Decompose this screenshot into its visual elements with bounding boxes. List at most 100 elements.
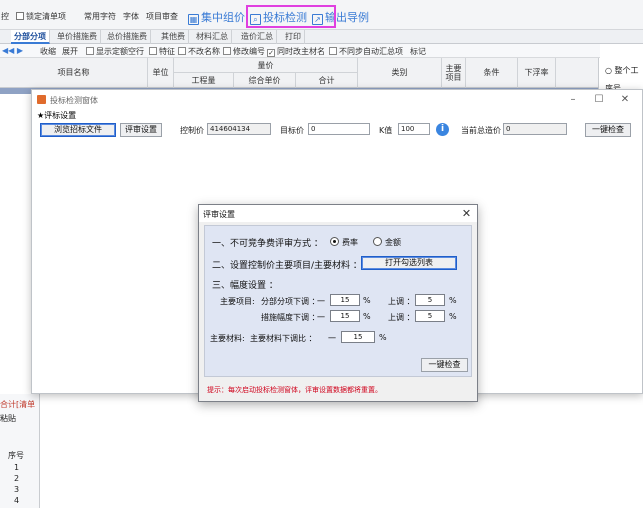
control-price-label: 控制价 — [180, 126, 204, 135]
measure-up-input[interactable]: 5 — [415, 310, 445, 322]
change-main-material-checkbox[interactable]: ✓ 同时改主材名 — [267, 46, 325, 57]
minus-sign: 一 — [317, 297, 325, 306]
project-review-button[interactable]: 项目审查 — [146, 11, 178, 22]
lock-list-checkbox[interactable]: 锁定清单项 — [16, 11, 66, 22]
material-down-input[interactable]: 15 — [341, 331, 375, 343]
k-value-field[interactable]: 100 — [398, 123, 430, 135]
measure-down-input[interactable]: 15 — [330, 310, 360, 322]
radio-rate[interactable] — [330, 237, 339, 246]
tab-print[interactable]: 打印 — [282, 30, 305, 44]
collapse-button[interactable]: 收缩 — [40, 46, 56, 57]
minus-sign: 一 — [317, 313, 325, 322]
browse-bid-file-button[interactable]: 浏览招标文件 — [40, 123, 116, 137]
no-sync-summary-checkbox[interactable]: 不同步自动汇总项 — [329, 46, 403, 57]
app-icon — [37, 95, 46, 104]
table-row[interactable]: 1 — [14, 463, 19, 472]
group-price-button[interactable]: ▦ 集中组价 — [188, 9, 245, 25]
current-total-label: 当前总造价 — [461, 126, 501, 135]
expand-button[interactable]: 展开 — [62, 46, 78, 57]
checkbox-checked-icon[interactable]: ✓ — [267, 49, 275, 57]
radio-rate-label: 费率 — [342, 238, 358, 247]
col-unit[interactable]: 单位 — [148, 58, 174, 88]
section-noncompetitive: 一、不可竞争费评审方式 ： — [212, 239, 323, 249]
dialog-one-click-check-button[interactable]: 一键检查 — [421, 358, 468, 372]
tab-unit-measure[interactable]: 单价措施费 — [54, 30, 101, 44]
control-price-field[interactable]: 414604134 — [207, 123, 271, 135]
no-rename-checkbox[interactable]: 不改名称 — [178, 46, 220, 57]
table-row[interactable]: 2 — [14, 474, 19, 483]
font-button[interactable]: 字体 — [123, 11, 139, 22]
common-chars-button[interactable]: 常用字符 — [84, 11, 116, 22]
percent-sign: % — [449, 312, 457, 321]
tab-bar: 分部分项 单价措施费 总价措施费 其他费 材料汇总 造价汇总 打印 — [0, 30, 643, 44]
k-value-label: K值 — [379, 126, 393, 135]
grid-header: 项目名称 单位 量价 工程量 综合单价 合计 类别 主要项目 条件 下浮率 — [0, 58, 598, 88]
whole-radio[interactable]: ○ 整个工 — [605, 65, 639, 76]
review-settings-dialog: 评审设置 ✕ 一、不可竞争费评审方式 ： 费率 金额 二、设置控制价主要项目/主… — [198, 204, 478, 402]
show-seq-row-checkbox[interactable]: 显示定额空行 — [86, 46, 144, 57]
dialog-body: 一、不可竞争费评审方式 ： 费率 金额 二、设置控制价主要项目/主要材料 ： 打… — [204, 225, 472, 377]
tab-material-summary[interactable]: 材料汇总 — [193, 30, 232, 44]
toolbar-control[interactable]: 控 — [1, 11, 9, 22]
measure-down-label: 措施幅度下调 ： — [261, 313, 320, 322]
seq-header: 序号 — [8, 451, 24, 460]
col-category[interactable]: 类别 — [358, 58, 442, 88]
highlight-box — [246, 5, 336, 28]
measure-up-label: 上调 ： — [388, 313, 415, 322]
percent-sign: % — [379, 333, 387, 342]
tab-other-fee[interactable]: 其他费 — [158, 30, 189, 44]
reset-tip: 提示：每次启动投标检测窗体，评审设置数据都将重置。 — [207, 386, 382, 394]
section-range: 三、幅度设置 ： — [212, 281, 278, 291]
dialog-titlebar[interactable]: 评审设置 ✕ — [199, 205, 477, 222]
change-code-checkbox[interactable]: 修改编号 — [223, 46, 265, 57]
checkbox-icon[interactable] — [223, 47, 231, 55]
fenbu-up-label: 上调 ： — [388, 297, 415, 306]
current-total-field[interactable]: 0 — [503, 123, 567, 135]
options-bar: ◀◀ ▶ 收缩 展开 显示定额空行 特征 不改名称 修改编号 ✓ 同时改主材名 不… — [0, 44, 600, 58]
target-price-label: 目标价 — [280, 126, 304, 135]
col-quantity[interactable]: 工程量 — [174, 73, 234, 88]
percent-sign: % — [363, 296, 371, 305]
checkbox-icon[interactable] — [178, 47, 186, 55]
mark-button[interactable]: 标记 — [410, 46, 426, 57]
close-icon[interactable]: ✕ — [618, 93, 632, 107]
features-checkbox[interactable]: 特征 — [149, 46, 175, 57]
minimize-icon[interactable]: – — [566, 93, 580, 107]
col-name[interactable]: 项目名称 — [0, 58, 148, 88]
radio-amount-label: 金额 — [385, 238, 401, 247]
info-icon[interactable]: i — [436, 123, 449, 136]
target-price-field[interactable]: 0 — [308, 123, 370, 135]
percent-sign: % — [449, 296, 457, 305]
table-row[interactable]: 4 — [14, 496, 19, 505]
tab-total-measure[interactable]: 总价措施费 — [104, 30, 151, 44]
review-settings-button[interactable]: 评审设置 — [120, 123, 162, 137]
nav-arrows-icon[interactable]: ◀◀ ▶ — [2, 46, 23, 55]
dialog-title: 评审设置 — [203, 210, 235, 219]
radio-amount[interactable] — [373, 237, 382, 246]
col-float[interactable]: 下浮率 — [518, 58, 556, 88]
tab-fenbu[interactable]: 分部分项 — [11, 30, 50, 44]
checkbox-icon[interactable] — [16, 12, 24, 20]
section-label: ★评标设置 — [37, 111, 77, 120]
checkbox-icon[interactable] — [86, 47, 94, 55]
fenbu-up-input[interactable]: 5 — [415, 294, 445, 306]
checkbox-icon[interactable] — [149, 47, 157, 55]
col-unit-price[interactable]: 综合单价 — [234, 73, 296, 88]
paste-button[interactable]: 粘贴 — [0, 413, 16, 424]
bottom-panel: 合计[清单 粘贴 序号 1 2 3 4 — [0, 394, 40, 508]
one-click-check-button[interactable]: 一键检查 — [585, 123, 631, 137]
window-titlebar[interactable]: 投标检测窗体 – ☐ ✕ — [32, 90, 642, 110]
grid-icon: ▦ — [188, 14, 199, 25]
tab-cost-summary[interactable]: 造价汇总 — [238, 30, 277, 44]
app-toolbar: 控 锁定清单项 常用字符 字体 项目审查 ▦ 集中组价 ⌕ 投标检测 ↗ 输出导例 — [0, 0, 643, 30]
main-items-label: 主要项目: — [220, 297, 255, 306]
open-check-list-button[interactable]: 打开勾选列表 — [361, 256, 457, 270]
table-row[interactable]: 3 — [14, 485, 19, 494]
maximize-icon[interactable]: ☐ — [592, 93, 606, 107]
fenbu-down-input[interactable]: 15 — [330, 294, 360, 306]
col-main-item[interactable]: 主要项目 — [442, 58, 466, 88]
col-total[interactable]: 合计 — [296, 73, 358, 88]
col-condition[interactable]: 条件 — [466, 58, 518, 88]
checkbox-icon[interactable] — [329, 47, 337, 55]
close-icon[interactable]: ✕ — [459, 206, 474, 221]
